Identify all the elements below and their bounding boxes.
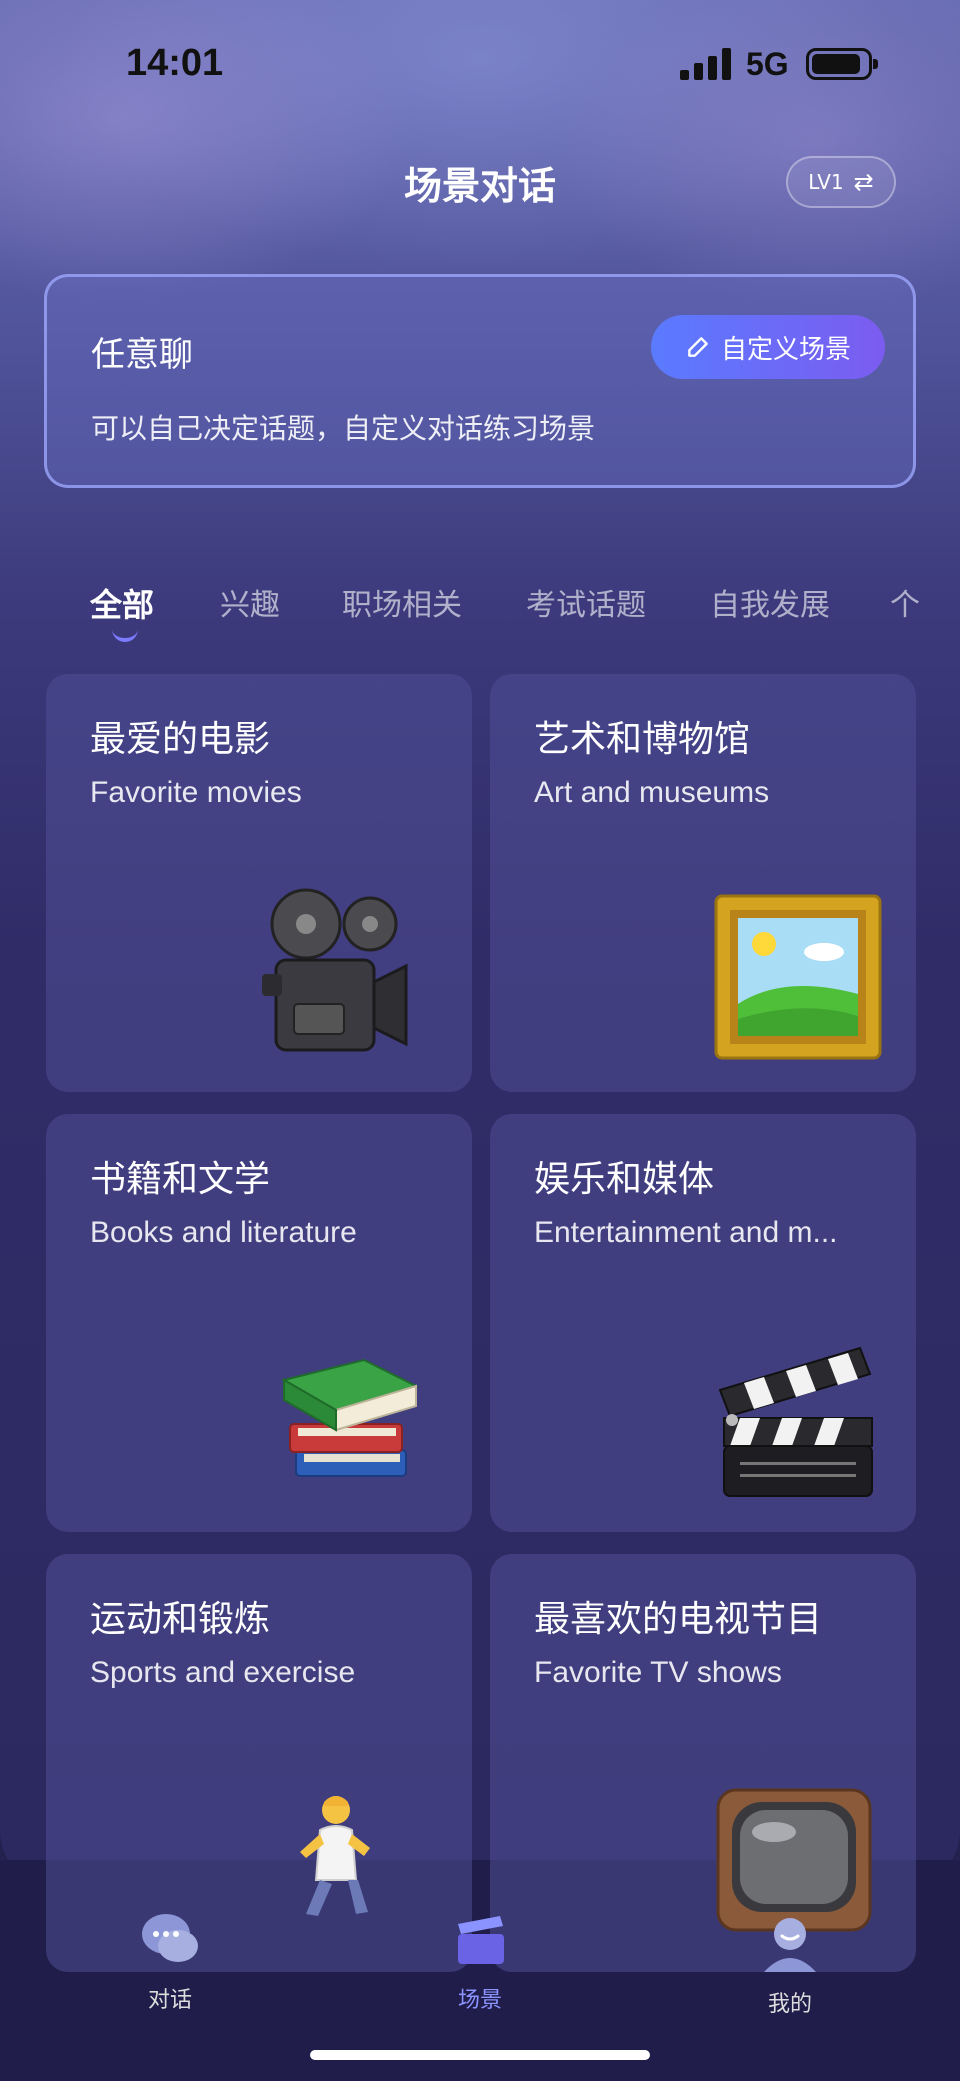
status-bar: 14:01 5G (0, 0, 960, 130)
framed-picture-icon (714, 894, 882, 1060)
tab-self-development[interactable]: 自我发展 (710, 580, 830, 624)
books-icon (281, 1358, 419, 1477)
movie-camera-icon (262, 888, 408, 1052)
scene-card-movies[interactable]: 最爱的电影 Favorite movies (46, 674, 472, 1092)
category-tabs: 全部 兴趣 职场相关 考试话题 自我发展 个 (0, 580, 960, 650)
tab-active-indicator (112, 628, 138, 642)
custom-card-description: 可以自己决定话题，自定义对话练习场景 (91, 412, 596, 445)
custom-scene-button-label: 自定义场景 (720, 334, 851, 365)
pencil-icon (688, 337, 708, 357)
profile-icon (764, 1918, 816, 1972)
scene-card-subtitle: Entertainment and m... (534, 1216, 838, 1249)
bottom-tab-bar: 对话 场景 我的 (0, 1890, 960, 2030)
scene-card-subtitle: Art and museums (534, 776, 770, 809)
scene-card-title: 书籍和文学 (90, 1159, 271, 1200)
battery-icon (806, 48, 878, 80)
tab-bar-chat-label: 对话 (147, 1988, 192, 2013)
scene-card-subtitle: Books and literature (90, 1216, 357, 1249)
custom-card-title: 任意聊 (91, 335, 193, 375)
scene-card-subtitle: Sports and exercise (90, 1656, 356, 1689)
scene-card-entertainment[interactable]: 娱乐和媒体 Entertainment and m... (490, 1114, 916, 1532)
tab-interests[interactable]: 兴趣 (220, 580, 280, 624)
tab-bar-scenes-label: 场景 (457, 1988, 502, 2013)
scene-card-books[interactable]: 书籍和文学 Books and literature (46, 1114, 472, 1532)
home-indicator[interactable] (310, 2050, 650, 2060)
tab-all[interactable]: 全部 (90, 580, 154, 626)
swap-arrows-icon: ⇄ (853, 168, 874, 196)
scene-card-title: 运动和锻炼 (90, 1599, 271, 1640)
tab-bar-scenes[interactable]: 场景 (410, 1910, 550, 2014)
scene-card-title: 最爱的电影 (90, 719, 271, 760)
scene-card-subtitle: Favorite TV shows (534, 1656, 782, 1689)
level-switch-button[interactable]: LV1 ⇄ (786, 156, 896, 208)
chat-bubbles-icon (142, 1914, 198, 1962)
scene-card-subtitle: Favorite movies (90, 776, 302, 809)
scene-card-title: 艺术和博物馆 (534, 719, 751, 760)
tab-bar-chat[interactable]: 对话 (100, 1910, 240, 2014)
scene-card-title: 娱乐和媒体 (534, 1159, 715, 1200)
clapper-icon (458, 1916, 504, 1964)
status-time: 14:01 (126, 42, 224, 84)
tab-bar-profile-label: 我的 (767, 1992, 812, 2017)
signal-icon (680, 48, 732, 80)
custom-scene-button[interactable]: 自定义场景 (651, 315, 885, 379)
tab-workplace[interactable]: 职场相关 (342, 580, 462, 624)
tab-personal[interactable]: 个 (890, 580, 920, 624)
level-label: LV1 (808, 170, 844, 194)
tab-bar-profile[interactable]: 我的 (720, 1910, 860, 2018)
network-type: 5G (746, 46, 789, 82)
tab-exams[interactable]: 考试话题 (526, 580, 646, 624)
scene-card-title: 最喜欢的电视节目 (534, 1599, 823, 1640)
custom-chat-card[interactable]: 任意聊 可以自己决定话题，自定义对话练习场景 自定义场景 (44, 274, 916, 488)
scene-card-art[interactable]: 艺术和博物馆 Art and museums (490, 674, 916, 1092)
clapper-board-icon (718, 1346, 873, 1497)
